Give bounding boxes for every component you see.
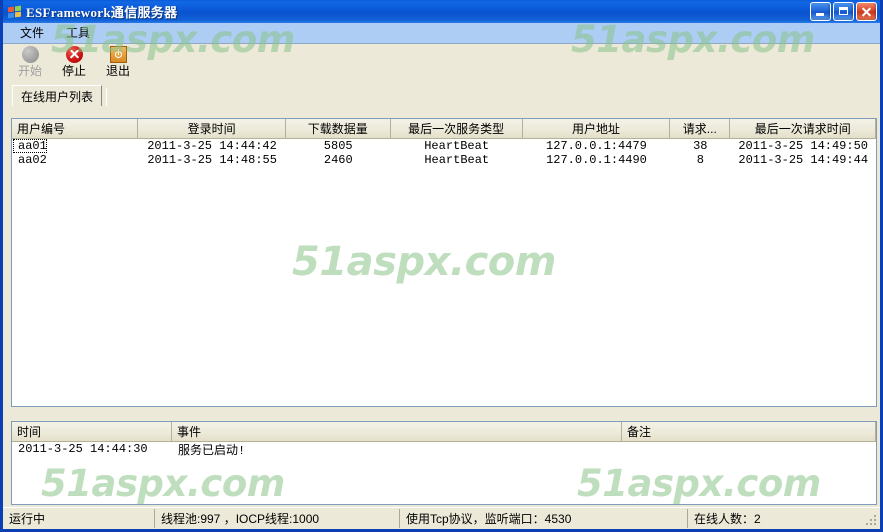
users-cell-last_request_time[interactable]: 2011-3-25 14:49:44 xyxy=(730,153,876,167)
log-cell-time[interactable]: 2011-3-25 14:44:30 xyxy=(12,442,172,456)
log-column-header-1[interactable]: 事件 xyxy=(172,422,622,441)
users-grid-header: 用户编号 登录时间 下载数据量 最后一次服务类型 用户地址 请求... 最后一次请求时间 xyxy=(12,119,876,139)
status-bar: 运行中 线程池:997 ，IOCP线程:1000 使用Tcp协议，监听端口：45… xyxy=(3,507,880,529)
resize-grip[interactable] xyxy=(865,514,878,527)
application-window: ESFramework通信服务器 文件 工具 开始 停止 退出 在线用户列表 用… xyxy=(0,0,883,532)
log-column-header-0[interactable]: 时间 xyxy=(12,422,172,441)
users-column-header-3[interactable]: 最后一次服务类型 xyxy=(390,119,523,138)
users-cell-user_id[interactable]: aa02 xyxy=(12,153,138,167)
users-cell-request_count[interactable]: 8 xyxy=(670,153,730,167)
menu-bar: 文件 工具 xyxy=(3,23,880,44)
minimize-button[interactable] xyxy=(810,2,831,21)
users-cell-last_service_type[interactable]: HeartBeat xyxy=(391,153,523,167)
red-stop-icon xyxy=(65,46,83,63)
gray-circle-icon xyxy=(21,46,39,63)
close-button[interactable] xyxy=(856,2,877,21)
users-column-header-1[interactable]: 登录时间 xyxy=(138,119,286,138)
tab-strip: 在线用户列表 xyxy=(11,85,872,106)
online-users-grid[interactable]: 用户编号 登录时间 下载数据量 最后一次服务类型 用户地址 请求... 最后一次请求时间 a… xyxy=(11,118,877,407)
tab-strip-filler xyxy=(106,88,872,106)
users-column-header-6[interactable]: 最后一次请求时间 xyxy=(730,119,876,138)
exit-button[interactable]: 退出 xyxy=(97,46,139,78)
users-grid-body[interactable]: aa01 2011-3-25 14:44:42 5805 HeartBeat 127.0… xyxy=(12,139,876,167)
window-controls xyxy=(810,2,877,21)
log-column-header-2[interactable]: 备注 xyxy=(622,422,876,441)
users-cell-user_address[interactable]: 127.0.0.1:4479 xyxy=(523,139,671,153)
status-panel-threads: 线程池:997 ，IOCP线程:1000 xyxy=(155,509,400,528)
table-row[interactable]: aa02 2011-3-25 14:48:55 2460 HeartBeat 127.0… xyxy=(12,153,876,167)
table-row[interactable]: aa01 2011-3-25 14:44:42 5805 HeartBeat 127.0… xyxy=(12,139,876,153)
menu-item-file[interactable]: 文件 xyxy=(11,23,53,43)
users-cell-user_address[interactable]: 127.0.0.1:4490 xyxy=(523,153,671,167)
users-cell-request_count[interactable]: 38 xyxy=(670,139,730,153)
status-panel-protocol: 使用Tcp协议，监听端口：4530 xyxy=(400,509,688,528)
users-cell-login_time[interactable]: 2011-3-25 14:48:55 xyxy=(138,153,286,167)
title-bar[interactable]: ESFramework通信服务器 xyxy=(3,0,880,23)
focused-cell-content: aa01 xyxy=(13,139,47,153)
start-button[interactable]: 开始 xyxy=(9,46,51,78)
exit-button-label: 退出 xyxy=(105,64,130,78)
log-cell-event[interactable]: 服务已启动! xyxy=(172,441,622,458)
users-cell-last_request_time[interactable]: 2011-3-25 14:49:50 xyxy=(730,139,876,153)
start-button-label: 开始 xyxy=(17,64,42,78)
orange-power-icon xyxy=(109,46,127,63)
status-panel-state: 运行中 xyxy=(3,509,155,528)
toolbar: 开始 停止 退出 xyxy=(3,44,880,85)
event-log-grid[interactable]: 时间 事件 备注 2011-3-25 14:44:30 服务已启动! xyxy=(11,421,877,505)
menu-item-tools[interactable]: 工具 xyxy=(57,23,99,43)
tab-online-user-list[interactable]: 在线用户列表 xyxy=(12,85,103,106)
users-column-header-4[interactable]: 用户地址 xyxy=(522,119,671,138)
status-panel-online-count: 在线人数：2 xyxy=(694,512,761,526)
log-grid-body[interactable]: 2011-3-25 14:44:30 服务已启动! xyxy=(12,441,876,458)
users-cell-last_service_type[interactable]: HeartBeat xyxy=(391,139,523,153)
users-column-header-2[interactable]: 下载数据量 xyxy=(285,119,391,138)
users-cell-login_time[interactable]: 2011-3-25 14:44:42 xyxy=(138,139,286,153)
stop-button-label: 停止 xyxy=(61,64,86,78)
log-grid-header: 时间 事件 备注 xyxy=(12,422,876,442)
list-item[interactable]: 2011-3-25 14:44:30 服务已启动! xyxy=(12,441,876,458)
users-cell-download_bytes[interactable]: 2460 xyxy=(286,153,391,167)
users-column-header-0[interactable]: 用户编号 xyxy=(12,119,139,138)
window-title: ESFramework通信服务器 xyxy=(26,5,178,20)
users-cell-user_id[interactable]: aa01 xyxy=(12,139,138,153)
users-column-header-5[interactable]: 请求... xyxy=(670,119,731,138)
maximize-button[interactable] xyxy=(833,2,854,21)
users-cell-download_bytes[interactable]: 5805 xyxy=(286,139,391,153)
stop-button[interactable]: 停止 xyxy=(53,46,95,78)
windows-flag-icon[interactable] xyxy=(6,4,22,20)
